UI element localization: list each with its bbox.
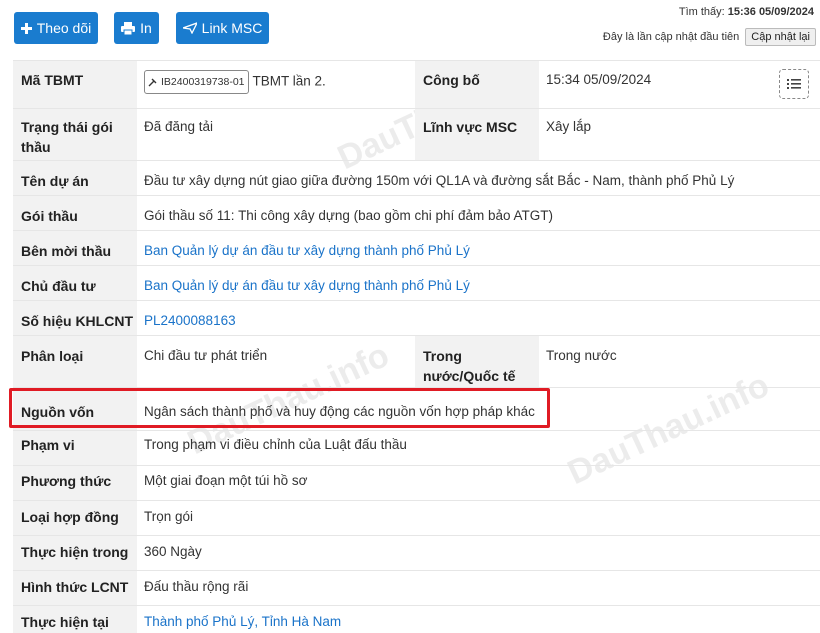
plan-number-link[interactable]: PL2400088163	[144, 311, 236, 331]
table-row: Phương thức Một giai đoạn một túi hồ sơ	[13, 465, 820, 500]
row-label-line: thầu	[21, 139, 51, 155]
plus-icon	[20, 22, 32, 34]
row-value: Trong nước	[546, 348, 617, 363]
table-row: Số hiệu KHLCNT PL2400088163	[13, 300, 820, 335]
funding-source-highlight	[9, 388, 550, 428]
investor-link[interactable]: Ban Quản lý dự án đầu tư xây dựng thành …	[144, 276, 470, 296]
tbmt-code-tag[interactable]: IB2400319738-01	[144, 70, 249, 94]
update-again-button[interactable]: Cập nhật lại	[745, 28, 816, 46]
row-value: 360 Ngày	[144, 544, 202, 559]
table-row: Chủ đầu tư Ban Quản lý dự án đầu tư xây …	[13, 265, 820, 300]
row-value: Trong phạm vi điều chỉnh của Luật đấu th…	[144, 437, 407, 452]
row-value: IB2400319738-01 TBMT lần 2.	[144, 70, 326, 94]
update-note: Đây là lần cập nhật đầu tiên	[602, 31, 740, 43]
row-label: Mã TBMT	[13, 61, 137, 108]
table-row: Gói thầu Gói thầu số 11: Thi công xây dự…	[13, 195, 820, 230]
plane-icon	[182, 22, 197, 34]
follow-button[interactable]: Theo dõi	[14, 12, 98, 44]
table-row: Hình thức LCNT Đấu thầu rộng rãi	[13, 570, 820, 605]
row-value: Xây lắp	[546, 119, 592, 134]
row-value: Đấu thầu rộng rãi	[144, 579, 249, 594]
row-label-line: Trạng thái gói	[21, 119, 113, 135]
list-icon[interactable]	[779, 69, 809, 99]
table-row: Trạng thái gói thầu Đã đăng tải Lĩnh vực…	[13, 108, 820, 160]
table-row: Thực hiện tại Thành phố Phủ Lý, Tỉnh Hà …	[13, 605, 820, 633]
row-label: Thực hiện tại	[13, 606, 137, 633]
row-value: Gói thầu số 11: Thi công xây dựng (bao g…	[144, 208, 554, 223]
table-row: Phạm vi Trong phạm vi điều chỉnh của Luậ…	[13, 430, 820, 465]
table-row: Loại hợp đồng Trọn gói	[13, 500, 820, 535]
toolbar: Theo dõi In Link MSC Tìm thấy: 15:36 05/…	[0, 0, 820, 60]
link-msc-button-label: Link MSC	[201, 20, 263, 36]
row-label: Phương thức	[13, 466, 137, 500]
table-row: Phân loại Chi đầu tư phát triển Trong nư…	[13, 335, 820, 387]
row-label: Bên mời thầu	[13, 231, 137, 265]
row-label: Công bố	[415, 61, 539, 108]
table-row: Bên mời thầu Ban Quản lý dự án đầu tư xâ…	[13, 230, 820, 265]
row-label: Chủ đầu tư	[13, 266, 137, 300]
table-row: Tên dự án Đầu tư xây dựng nút giao giữa …	[13, 160, 820, 195]
table-row: Mã TBMT IB2400319738-01 TBMT lần 2. Công…	[13, 60, 820, 108]
row-label: Tên dự án	[13, 161, 137, 195]
row-value: Đã đăng tải	[144, 119, 214, 134]
found-label: Tìm thấy:	[678, 6, 725, 18]
row-label: Gói thầu	[13, 196, 137, 230]
tbmt-round: TBMT lần 2.	[252, 73, 326, 89]
row-value: Chi đầu tư phát triển	[144, 348, 268, 363]
location-link[interactable]: Thành phố Phủ Lý, Tỉnh Hà Nam	[144, 612, 341, 632]
row-label: Phân loại	[13, 336, 137, 387]
table-row: Thực hiện trong 360 Ngày	[13, 535, 820, 570]
link-msc-button[interactable]: Link MSC	[176, 12, 269, 44]
found-time: 15:36 05/09/2024	[727, 6, 814, 18]
publish-time: 15:34 05/09/2024	[546, 72, 652, 87]
print-button[interactable]: In	[114, 12, 159, 44]
row-label: Trong nước/Quốc tế	[415, 336, 539, 387]
row-value: Đầu tư xây dựng nút giao giữa đường 150m…	[144, 173, 735, 188]
row-label: Loại hợp đồng	[13, 501, 137, 535]
row-label: Số hiệu KHLCNT	[13, 301, 137, 335]
printer-icon	[121, 21, 136, 35]
row-label: Thực hiện trong	[13, 536, 137, 570]
row-value: Một giai đoạn một túi hồ sơ	[144, 473, 308, 488]
row-label: Lĩnh vực MSC	[415, 109, 539, 160]
row-label: Trạng thái gói thầu	[13, 109, 137, 160]
print-button-label: In	[140, 20, 152, 36]
follow-button-label: Theo dõi	[36, 20, 92, 36]
row-label-line: nước/Quốc tế	[423, 368, 516, 384]
row-label: Hình thức LCNT	[13, 571, 137, 605]
row-label-line: Trong	[423, 348, 462, 364]
found-status: Tìm thấy: 15:36 05/09/2024	[679, 6, 814, 18]
gavel-icon	[148, 78, 157, 86]
update-status: Đây là lần cập nhật đầu tiên Cập nhật lạ…	[603, 28, 816, 46]
row-label: Phạm vi	[13, 431, 137, 465]
row-value: Trọn gói	[144, 509, 194, 524]
tbmt-code: IB2400319738-01	[161, 76, 245, 88]
procuring-entity-link[interactable]: Ban Quản lý dự án đầu tư xây dựng thành …	[144, 241, 470, 261]
